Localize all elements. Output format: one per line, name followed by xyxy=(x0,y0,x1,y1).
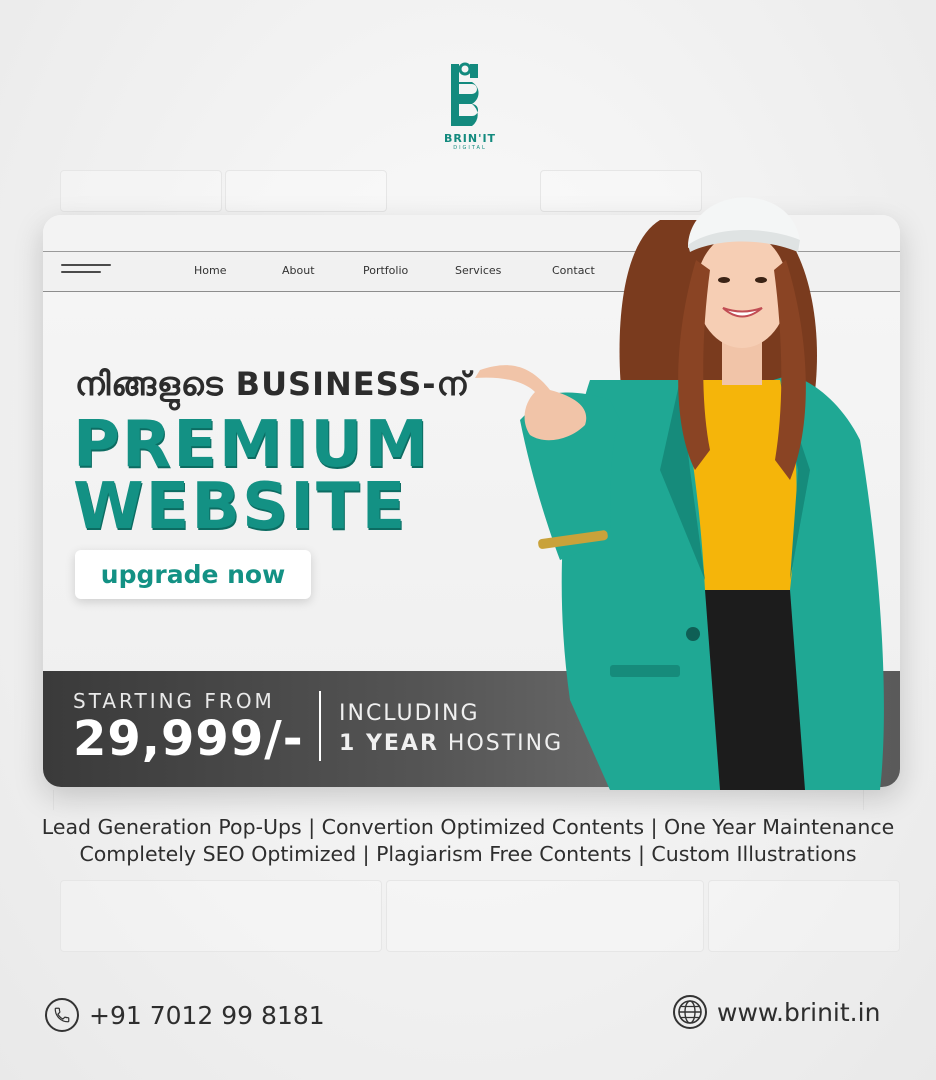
phone-number[interactable]: +91 7012 99 8181 xyxy=(89,1001,325,1030)
including-label: INCLUDING xyxy=(339,701,480,726)
bg-line xyxy=(53,790,54,810)
website-url[interactable]: www.brinit.in xyxy=(717,998,880,1027)
phone-icon xyxy=(45,998,79,1032)
features-line-2: Completely SEO Optimized | Plagiarism Fr… xyxy=(79,842,857,866)
phone-contact[interactable]: +91 7012 99 8181 xyxy=(45,998,325,1032)
bg-tile xyxy=(225,170,387,212)
pricing-divider xyxy=(319,691,321,761)
bg-tile xyxy=(386,880,704,952)
bg-tile xyxy=(60,170,222,212)
woman-model-image xyxy=(475,197,884,790)
features-line-1: Lead Generation Pop-Ups | Convertion Opt… xyxy=(41,815,895,839)
brand-logo-mark xyxy=(451,62,479,126)
nav-about[interactable]: About xyxy=(282,264,315,277)
hosting-years: 1 YEAR xyxy=(339,731,439,756)
hamburger-icon[interactable] xyxy=(61,264,111,278)
bg-tile xyxy=(708,880,900,952)
website-contact[interactable]: www.brinit.in xyxy=(673,995,880,1029)
globe-icon xyxy=(673,995,707,1029)
starting-from-label: STARTING FROM xyxy=(73,689,275,713)
nav-home[interactable]: Home xyxy=(194,264,226,277)
upgrade-now-button[interactable]: upgrade now xyxy=(75,550,311,599)
price-value: 29,999/- xyxy=(73,711,304,767)
nav-portfolio[interactable]: Portfolio xyxy=(363,264,408,277)
hero-tagline: നിങ്ങളുടെ BUSINESS-ന് xyxy=(75,365,471,403)
hero-title-website: WEBSITE xyxy=(73,470,408,544)
bg-line xyxy=(863,790,864,810)
hero-title-premium: PREMIUM xyxy=(73,408,431,482)
bg-tile xyxy=(60,880,382,952)
